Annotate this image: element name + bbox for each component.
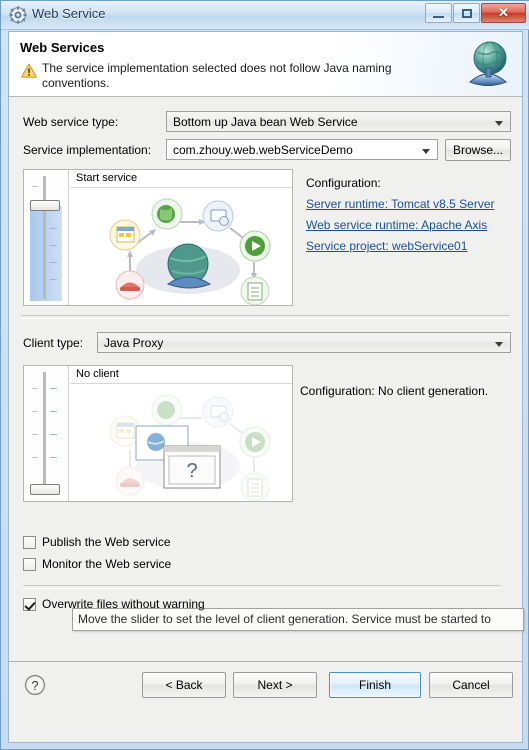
maximize-button[interactable] xyxy=(453,3,480,23)
slider-tick xyxy=(50,434,57,435)
client-workflow-diagram: ? xyxy=(70,384,292,501)
overwrite-files-label: Overwrite files without warning xyxy=(42,597,205,611)
warning-icon xyxy=(21,63,37,78)
client-stage-title-bar: No client xyxy=(70,366,292,384)
publish-web-service-label: Publish the Web service xyxy=(42,535,171,549)
service-type-row: Web service type: Bottom up Java bean We… xyxy=(9,111,522,133)
client-type-dropdown[interactable]: Java Proxy xyxy=(97,332,511,353)
client-level-slider[interactable] xyxy=(24,366,69,501)
service-preview-panel: Start service xyxy=(23,169,293,306)
web-service-runtime-link[interactable]: Web service runtime: Apache Axis xyxy=(306,218,495,232)
wizard-content: Web service type: Bottom up Java bean We… xyxy=(9,97,524,709)
service-configuration-title: Configuration: xyxy=(306,176,381,190)
service-type-dropdown[interactable]: Bottom up Java bean Web Service xyxy=(166,111,511,132)
finish-button[interactable]: Finish xyxy=(329,672,421,698)
chevron-down-icon xyxy=(422,149,430,154)
slider-tick xyxy=(32,388,38,389)
maximize-icon xyxy=(462,9,472,18)
section-divider xyxy=(21,315,510,319)
wizard-header: Web Services The service implementation … xyxy=(9,32,522,97)
publish-web-service-checkbox[interactable] xyxy=(23,536,36,549)
service-workflow-diagram xyxy=(70,188,292,305)
slider-track xyxy=(43,372,46,495)
slider-tick xyxy=(50,411,57,412)
minimize-button[interactable] xyxy=(425,3,452,23)
service-type-label: Web service type: xyxy=(23,115,119,129)
browse-button[interactable]: Browse... xyxy=(445,139,511,161)
slider-track xyxy=(43,176,46,299)
slider-tooltip: Move the slider to set the level of clie… xyxy=(72,608,524,631)
title-bar: Web Service ✕ xyxy=(1,1,529,30)
service-stage-label: Start service xyxy=(76,172,138,184)
overwrite-files-checkbox[interactable] xyxy=(23,598,36,611)
client-type-label: Client type: xyxy=(23,336,84,350)
next-button[interactable]: Next > xyxy=(233,672,317,698)
client-type-value: Java Proxy xyxy=(104,336,164,350)
dialog-body: Web Services The service implementation … xyxy=(8,31,524,743)
slider-tick xyxy=(50,245,57,246)
service-stage-title-bar: Start service xyxy=(70,170,292,188)
slider-tick xyxy=(32,434,38,435)
slider-tick xyxy=(50,228,57,229)
chevron-down-icon xyxy=(495,342,503,347)
service-project-link[interactable]: Service project: webService01 xyxy=(306,239,495,253)
close-button[interactable]: ✕ xyxy=(481,3,526,23)
slider-fill xyxy=(30,206,62,301)
service-type-value: Bottom up Java bean Web Service xyxy=(173,115,358,129)
client-configuration-text: Configuration: No client generation. xyxy=(300,384,489,398)
client-stage-label: No client xyxy=(76,368,119,380)
back-button[interactable]: < Back xyxy=(142,672,226,698)
svg-text:?: ? xyxy=(186,460,197,482)
window-controls: ✕ xyxy=(424,3,526,23)
monitor-web-service-checkbox[interactable] xyxy=(23,558,36,571)
slider-tick xyxy=(50,262,57,263)
slider-tick xyxy=(50,388,57,389)
service-implementation-dropdown[interactable]: com.zhouy.web.webServiceDemo xyxy=(166,139,438,160)
slider-tick xyxy=(50,457,57,458)
web-service-wizard-window: Web Service ✕ Web Services The service i… xyxy=(0,0,529,750)
minimize-icon xyxy=(433,16,444,18)
client-configuration-box: Configuration: No client generation. xyxy=(300,384,488,405)
slider-tick xyxy=(32,411,38,412)
server-runtime-link[interactable]: Server runtime: Tomcat v8.5 Server xyxy=(306,197,495,211)
service-implementation-row: Service implementation: com.zhouy.web.we… xyxy=(9,139,522,161)
service-configuration-box: Configuration: Server runtime: Tomcat v8… xyxy=(306,176,495,260)
cancel-button[interactable]: Cancel xyxy=(429,672,513,698)
slider-thumb[interactable] xyxy=(30,200,60,211)
options-divider xyxy=(23,585,501,589)
window-title: Web Service xyxy=(32,6,106,21)
warning-message: The service implementation selected does… xyxy=(42,61,392,90)
dialog-button-bar: ? < Back Next > Finish Cancel xyxy=(9,661,522,709)
client-type-row: Client type: Java Proxy xyxy=(9,332,522,354)
slider-tick xyxy=(50,279,57,280)
slider-tick xyxy=(32,186,38,187)
help-icon[interactable]: ? xyxy=(24,674,46,696)
slider-thumb[interactable] xyxy=(30,484,60,495)
chevron-down-icon xyxy=(495,121,503,126)
service-level-slider[interactable] xyxy=(24,170,69,305)
web-service-globe-icon xyxy=(462,38,514,90)
svg-text:?: ? xyxy=(31,678,38,693)
monitor-web-service-label: Monitor the Web service xyxy=(42,557,172,571)
close-icon: ✕ xyxy=(498,5,509,20)
client-preview-panel: No client ? xyxy=(23,365,293,502)
gear-icon xyxy=(9,6,27,24)
service-implementation-label: Service implementation: xyxy=(23,143,152,157)
slider-tick xyxy=(32,457,38,458)
service-implementation-value: com.zhouy.web.webServiceDemo xyxy=(173,143,353,157)
page-title: Web Services xyxy=(20,40,105,55)
